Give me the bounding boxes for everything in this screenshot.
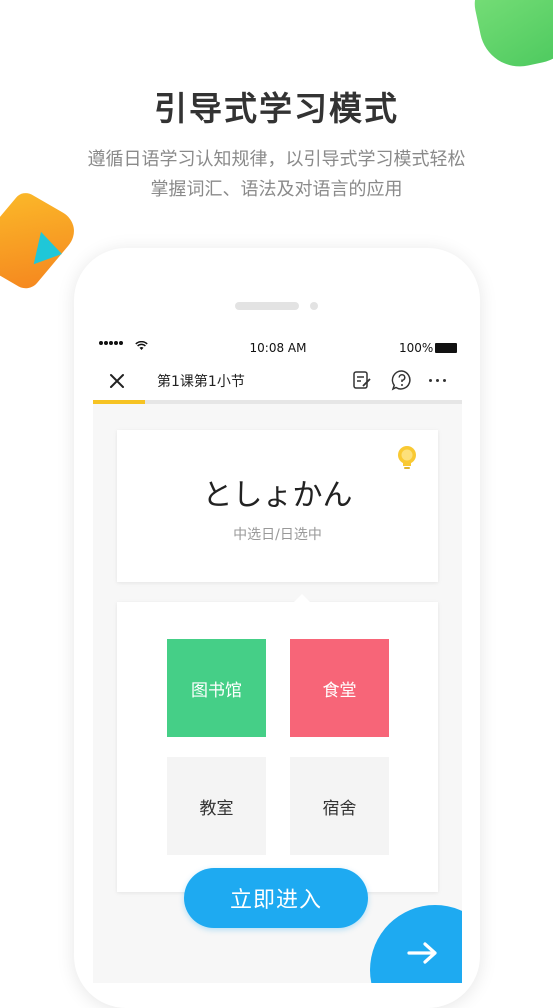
decor-green-blob xyxy=(469,0,553,74)
promo-headline: 引导式学习模式 xyxy=(154,89,399,128)
promo-subline: 遵循日语学习认知规律，以引导式学习模式轻松 掌握词汇、语法及对语言的应用 xyxy=(40,145,513,205)
phone-speaker xyxy=(235,302,299,310)
next-button[interactable] xyxy=(370,905,462,983)
fab-clip xyxy=(93,336,462,983)
arrow-right-icon xyxy=(407,942,437,964)
promo-subline-line-1: 遵循日语学习认知规律，以引导式学习模式轻松 xyxy=(87,149,466,170)
phone-camera xyxy=(310,302,318,310)
promo-subline-line-2: 掌握词汇、语法及对语言的应用 xyxy=(150,179,403,200)
